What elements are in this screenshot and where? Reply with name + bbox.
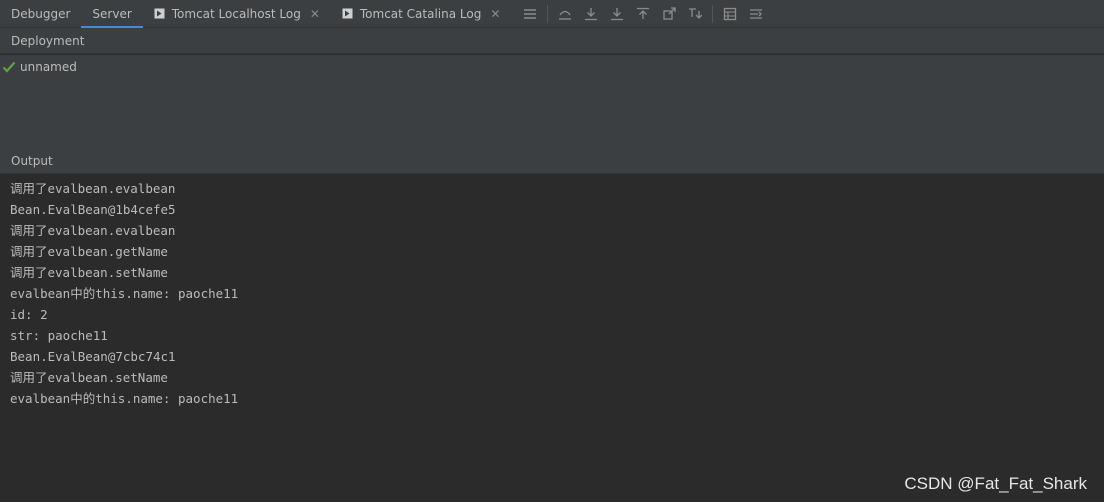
console-line: Bean.EvalBean@7cbc74c1	[10, 349, 176, 364]
menu-icon[interactable]	[522, 6, 538, 22]
console-line: 调用了evalbean.setName	[10, 265, 168, 280]
console-line: evalbean中的this.name: paoche11	[10, 391, 239, 406]
tab-server[interactable]: Server	[81, 0, 144, 28]
tab-label: Tomcat Localhost Log	[171, 6, 301, 21]
filter-down-icon[interactable]	[687, 6, 703, 22]
console-line: evalbean中的this.name: paoche11	[10, 286, 239, 301]
tab-debugger[interactable]: Debugger	[0, 0, 81, 27]
settings-list-icon[interactable]	[748, 6, 764, 22]
deployment-list: unnamed	[0, 55, 1104, 148]
deployment-item-label: unnamed	[20, 60, 77, 74]
export-icon[interactable]	[661, 6, 677, 22]
tool-window-tabbar: Debugger Server Tomcat Localhost Log ✕ T…	[0, 0, 1104, 28]
output-toolbar	[511, 0, 769, 27]
watermark: CSDN @Fat_Fat_Shark	[904, 474, 1087, 493]
check-icon	[2, 61, 16, 73]
layout-grid-icon[interactable]	[722, 6, 738, 22]
tab-label: Debugger	[11, 6, 71, 21]
tab-label: Server	[92, 6, 132, 21]
toolbar-divider	[547, 4, 549, 23]
tab-tomcat-catalina-log[interactable]: Tomcat Catalina Log ✕	[331, 0, 512, 27]
scroll-to-end-icon[interactable]	[557, 6, 573, 22]
deployment-item-unnamed[interactable]: unnamed	[2, 59, 77, 75]
console-line: str: paoche11	[10, 328, 108, 343]
output-console[interactable]: 调用了evalbean.evalbean Bean.EvalBean@1b4ce…	[0, 175, 1104, 502]
close-icon[interactable]: ✕	[490, 7, 500, 21]
console-play-icon	[342, 8, 353, 19]
deployment-title: Deployment	[11, 33, 85, 48]
download-icon[interactable]	[583, 6, 599, 22]
console-line: id: 2	[10, 307, 48, 322]
download-alt-icon[interactable]	[609, 6, 625, 22]
console-line: 调用了evalbean.setName	[10, 370, 168, 385]
tab-tomcat-localhost-log[interactable]: Tomcat Localhost Log ✕	[143, 0, 331, 27]
console-line: 调用了evalbean.evalbean	[10, 181, 176, 196]
deployment-header: Deployment	[0, 28, 1104, 54]
tab-label: Tomcat Catalina Log	[359, 6, 482, 21]
toolbar-divider	[712, 4, 714, 23]
console-line: Bean.EvalBean@1b4cefe5	[10, 202, 176, 217]
close-icon[interactable]: ✕	[310, 7, 320, 21]
console-line: 调用了evalbean.evalbean	[10, 223, 176, 238]
output-header: Output	[0, 148, 1104, 174]
upload-icon[interactable]	[635, 6, 651, 22]
console-play-icon	[154, 8, 165, 19]
output-title: Output	[11, 153, 53, 168]
console-line: 调用了evalbean.getName	[10, 244, 168, 259]
